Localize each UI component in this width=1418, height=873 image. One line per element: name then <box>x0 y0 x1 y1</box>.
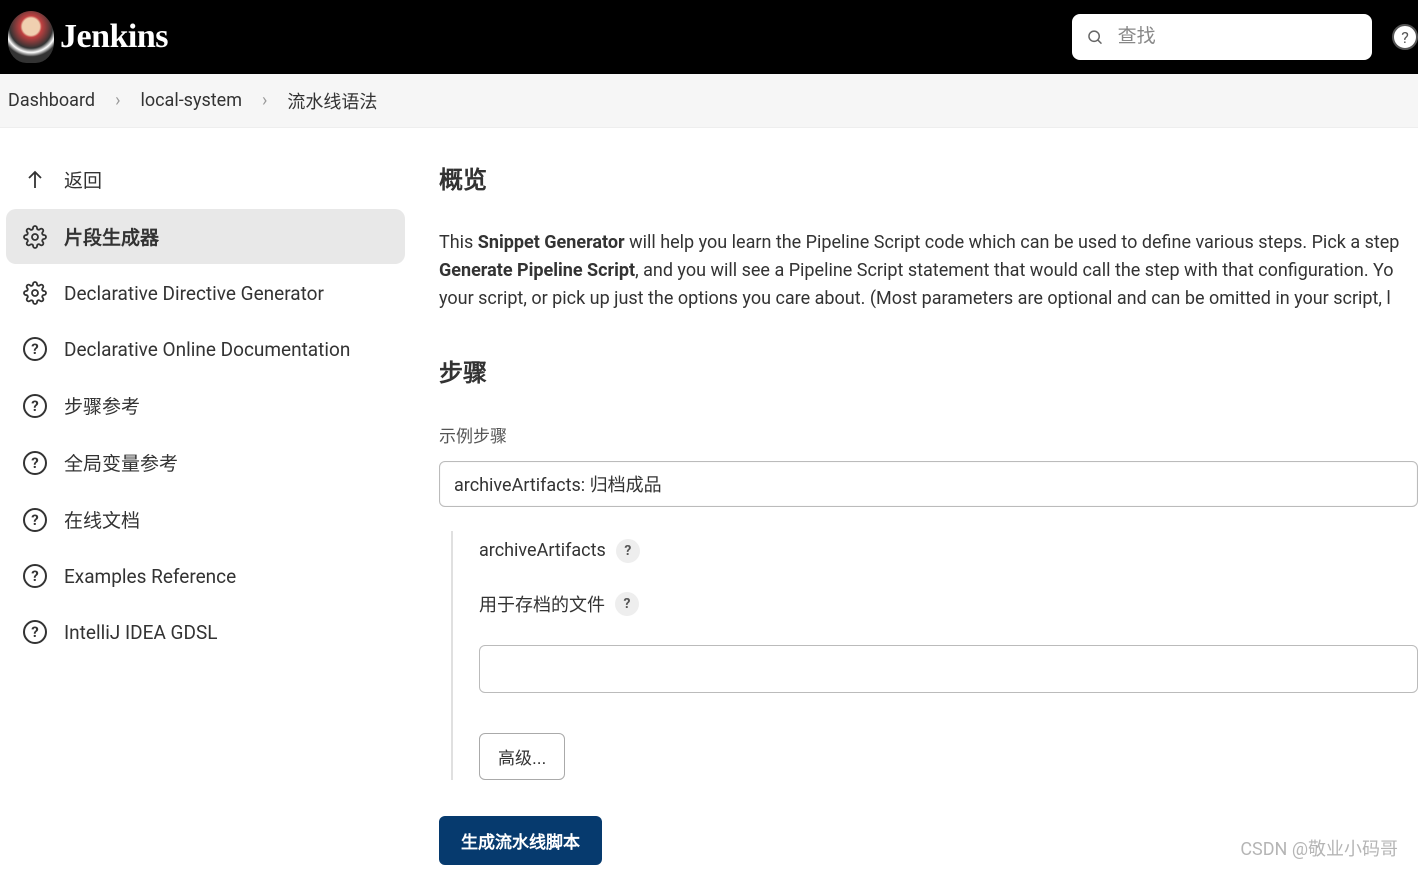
help-icon: ? <box>22 507 48 533</box>
sidebar: 返回 片段生成器 Declarative Directive Generator… <box>0 128 415 865</box>
help-icon[interactable]: ? <box>616 539 640 563</box>
heading-overview: 概览 <box>439 160 1418 195</box>
sidebar-item-label: 步骤参考 <box>64 392 140 419</box>
arrow-up-icon <box>22 167 48 193</box>
search-box[interactable] <box>1072 14 1372 60</box>
form-row-archive: archiveArtifacts ? <box>479 539 1418 563</box>
sidebar-item-label: Declarative Directive Generator <box>64 282 324 305</box>
sidebar-item-declarative-docs[interactable]: ? Declarative Online Documentation <box>6 322 405 376</box>
sidebar-item-label: IntelliJ IDEA GDSL <box>64 621 217 644</box>
chevron-right-icon: › <box>115 90 120 111</box>
main-container: 返回 片段生成器 Declarative Directive Generator… <box>0 128 1418 865</box>
help-icon: ? <box>22 393 48 419</box>
breadcrumb: Dashboard › local-system › 流水线语法 <box>0 74 1418 128</box>
select-value: archiveArtifacts: 归档成品 <box>454 471 662 497</box>
chevron-right-icon: › <box>262 90 267 111</box>
overview-description: This Snippet Generator will help you lea… <box>439 229 1418 313</box>
search-input[interactable] <box>1118 26 1358 48</box>
step-config-form: archiveArtifacts ? 用于存档的文件 ? 高级... <box>451 531 1418 780</box>
sidebar-item-label: 片段生成器 <box>64 223 159 250</box>
sidebar-item-label: 返回 <box>64 166 102 193</box>
form-row-files: 用于存档的文件 ? <box>479 591 1418 617</box>
help-icon: ? <box>22 450 48 476</box>
sidebar-item-online-docs[interactable]: ? 在线文档 <box>6 492 405 547</box>
breadcrumb-item[interactable]: 流水线语法 <box>285 84 379 118</box>
sample-step-select[interactable]: archiveArtifacts: 归档成品 <box>439 461 1418 507</box>
sidebar-item-intellij-gdsl[interactable]: ? IntelliJ IDEA GDSL <box>6 605 405 659</box>
breadcrumb-item[interactable]: Dashboard <box>6 86 97 115</box>
jenkins-mascot-icon <box>8 11 54 63</box>
sidebar-item-declarative-directive[interactable]: Declarative Directive Generator <box>6 266 405 320</box>
gear-icon <box>22 224 48 250</box>
sample-step-label: 示例步骤 <box>439 422 1418 447</box>
help-icon[interactable]: ? <box>615 592 639 616</box>
help-icon: ? <box>22 336 48 362</box>
header-right: ? <box>1072 14 1418 60</box>
sidebar-item-back[interactable]: 返回 <box>6 152 405 207</box>
header-help-icon[interactable]: ? <box>1392 24 1418 50</box>
files-input[interactable] <box>479 645 1418 693</box>
brand-logo[interactable]: Jenkins <box>8 11 168 63</box>
sidebar-item-label: Examples Reference <box>64 565 236 588</box>
sidebar-item-label: 在线文档 <box>64 506 140 533</box>
gear-icon <box>22 280 48 306</box>
app-header: Jenkins ? <box>0 0 1418 74</box>
archive-artifacts-label: archiveArtifacts <box>479 540 606 561</box>
advanced-button[interactable]: 高级... <box>479 733 565 780</box>
sidebar-item-snippet-generator[interactable]: 片段生成器 <box>6 209 405 264</box>
sidebar-item-examples[interactable]: ? Examples Reference <box>6 549 405 603</box>
files-label: 用于存档的文件 <box>479 591 605 617</box>
sidebar-item-global-vars[interactable]: ? 全局变量参考 <box>6 435 405 490</box>
sidebar-item-steps-reference[interactable]: ? 步骤参考 <box>6 378 405 433</box>
search-icon <box>1086 27 1104 47</box>
help-icon: ? <box>22 619 48 645</box>
sidebar-item-label: Declarative Online Documentation <box>64 338 350 361</box>
brand-name: Jenkins <box>60 18 168 56</box>
breadcrumb-item[interactable]: local-system <box>138 86 244 115</box>
generate-script-button[interactable]: 生成流水线脚本 <box>439 816 602 865</box>
heading-steps: 步骤 <box>439 353 1418 388</box>
sidebar-item-label: 全局变量参考 <box>64 449 178 476</box>
main-content: 概览 This Snippet Generator will help you … <box>415 128 1418 865</box>
help-icon: ? <box>22 563 48 589</box>
watermark: CSDN @敬业小码哥 <box>1240 835 1398 861</box>
